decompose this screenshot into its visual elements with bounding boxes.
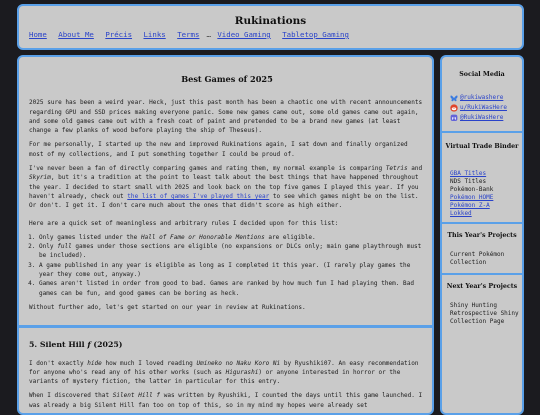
rules-list: Only games listed under the Hall of Fame… [29, 233, 425, 298]
this-year-projects-heading: This Year's Projects [447, 232, 517, 239]
post-title: Best Games of 2025 [181, 74, 273, 84]
binder-link-pokemon-home[interactable]: Pokémon HOME [450, 194, 493, 202]
site-header: Rukinations Home About Me Précis Links T… [17, 4, 524, 50]
social-link-mastodon[interactable]: @RukiWasHere [460, 114, 503, 122]
intro-paragraph-2: For me personally, I started up the new … [29, 141, 408, 158]
work-title: Umineko no Naku Koro Ni [196, 359, 281, 367]
nav-terms[interactable]: Terms [177, 30, 199, 39]
social-item-bluesky: @rukiwashere [450, 93, 507, 103]
rule-item: Games aren't listed in order from good t… [39, 279, 425, 298]
main-nav: Home About Me Précis Links Terms … Video … [29, 30, 356, 39]
text: and [407, 165, 423, 173]
intro-paragraph-3: I've never been a fan of directly compar… [29, 164, 425, 210]
text: 5. Silent Hill [29, 340, 88, 350]
main-content: Best Games of 2025 2025 sure has been a … [17, 55, 434, 415]
social-link-bluesky[interactable]: @rukiwashere [460, 94, 503, 102]
text: Only [39, 243, 58, 251]
sidebar: Social Media @rukiwashere u/RukiWasHere … [440, 55, 524, 415]
game-title: Silent Hill f [112, 392, 161, 400]
this-year-projects-text: Current Pokémon Collection [450, 251, 505, 266]
text: (2025) [90, 340, 123, 350]
social-item-mastodon: @RukiWasHere [450, 113, 507, 123]
emphasis: Hall of Fame or Honorable Mentions [140, 233, 265, 241]
social-list: @rukiwashere u/RukiWasHere @RukiWasHere [450, 93, 507, 123]
entry-paragraph-2: When I discovered that Silent Hill f was… [29, 391, 425, 410]
social-link-reddit[interactable]: u/RukiWasHere [460, 104, 507, 112]
emphasis: hide [87, 359, 102, 367]
section-divider [19, 325, 432, 329]
trade-binder-heading: Virtual Trade Binder [445, 143, 519, 150]
nav-video-gaming[interactable]: Video Gaming [217, 30, 270, 39]
rule-item: Only full games under those sections are… [39, 242, 425, 261]
binder-item-pokemon-bank: Pokémon-Bank [450, 186, 494, 193]
nav-about-me[interactable]: About Me [58, 30, 94, 39]
mastodon-icon [450, 114, 458, 122]
bluesky-icon [450, 94, 458, 101]
binder-link-lokked[interactable]: Lokked [450, 210, 493, 218]
social-item-reddit: u/RukiWasHere [450, 103, 507, 113]
binder-item-nds: NDS Titles [450, 178, 487, 185]
nav-links[interactable]: Links [143, 30, 165, 39]
site-title: Rukinations [234, 15, 307, 27]
nav-tabletop-gaming[interactable]: Tabletop Gaming [282, 30, 349, 39]
text: Only games listed under the [39, 233, 141, 241]
game-title: Skyrim [29, 174, 51, 182]
nav-home[interactable]: Home [29, 30, 47, 39]
rules-intro: Here are a quick set of meaningless and … [29, 219, 339, 227]
trade-binder-list: GBA Titles NDS Titles Pokémon-Bank Pokém… [450, 170, 493, 218]
text: When I discovered that [29, 392, 113, 400]
game-title: Tetris [385, 165, 408, 173]
next-year-projects-heading: Next Year's Projects [446, 283, 518, 290]
rule-item: A game published in any year is eligible… [39, 261, 425, 280]
binder-link-gba[interactable]: GBA Titles [450, 170, 493, 178]
nav-separator: … [206, 30, 211, 39]
sidebar-divider [442, 131, 522, 133]
reddit-icon [450, 104, 458, 112]
nav-precis[interactable]: Précis [105, 30, 132, 39]
work-title: Higurashi [225, 368, 259, 376]
outro-paragraph: Without further ado, let's get started o… [29, 303, 306, 311]
social-media-heading: Social Media [459, 71, 505, 78]
text: how much I loved reading [101, 359, 197, 367]
binder-link-pokemon-za[interactable]: Pokémon Z-A [450, 202, 493, 210]
emphasis: full [57, 243, 72, 251]
text: are eligible. [264, 233, 316, 241]
sidebar-divider [442, 222, 522, 224]
rule-item: Only games listed under the Hall of Fame… [39, 233, 425, 242]
next-year-projects-text: Shiny Hunting Retrospective Shiny Collec… [450, 302, 519, 325]
text: I've never been a fan of directly compar… [29, 165, 386, 173]
entry-title: 5. Silent Hill f (2025) [29, 340, 425, 349]
games-played-link[interactable]: the list of games I've played this year [127, 193, 269, 200]
entry-paragraph-1: I don't exactly hide how much I loved re… [29, 359, 425, 387]
intro-paragraph-1: 2025 sure has been a weird year. Heck, j… [29, 99, 423, 135]
sidebar-divider [442, 273, 522, 275]
text: I don't exactly [29, 359, 88, 367]
text: games under those sections are eligible … [39, 243, 422, 260]
